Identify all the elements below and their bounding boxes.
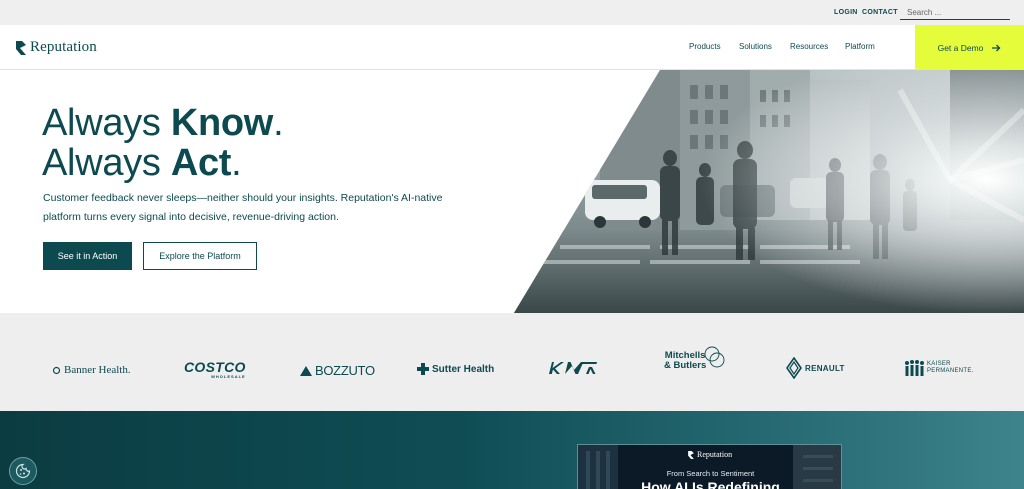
utility-bar: LOGIN CONTACT <box>0 0 1024 25</box>
logo-text: Reputation <box>30 39 97 55</box>
card-subtitle: From Search to Sentiment <box>666 469 755 478</box>
client-logos-band: Banner Health. COSTCO WHOLESALE BOZZUTO … <box>0 313 1024 411</box>
card-logo: Reputation <box>688 450 732 459</box>
renault-logo: RENAULT <box>786 357 845 379</box>
circles-icon <box>704 346 725 368</box>
main-header: Reputation Products Solutions Resources … <box>0 25 1024 70</box>
triangle-icon <box>300 365 312 376</box>
nav-resources[interactable]: Resources <box>790 42 828 51</box>
renault-diamond-icon <box>786 357 802 379</box>
nav-products[interactable]: Products <box>689 42 721 51</box>
sun-icon <box>52 366 61 374</box>
costco-logo: COSTCO WHOLESALE <box>184 359 246 379</box>
banner-health-logo: Banner Health. <box>52 364 131 376</box>
bozzuto-logo: BOZZUTO <box>300 363 375 378</box>
nav-platform[interactable]: Platform <box>845 42 875 51</box>
explore-platform-button[interactable]: Explore the Platform <box>143 242 257 270</box>
featured-article-card[interactable]: Reputation From Search to Sentiment How … <box>577 444 842 489</box>
card-title: How AI Is Redefining <box>641 479 780 489</box>
hero-subtitle: Customer feedback never sleeps—neither s… <box>43 192 443 223</box>
nav-solutions[interactable]: Solutions <box>739 42 772 51</box>
login-link[interactable]: LOGIN <box>834 9 858 16</box>
kia-logo <box>548 361 598 375</box>
kia-wordmark-icon <box>549 362 597 374</box>
arrow-right-icon <box>992 44 1001 51</box>
cookie-icon <box>15 463 31 479</box>
reputation-logo-mark-icon <box>688 450 694 459</box>
demo-button-label: Get a Demo <box>937 42 984 53</box>
sutter-health-logo: Sutter Health <box>417 363 494 375</box>
contact-link[interactable]: CONTACT <box>862 9 898 16</box>
cookie-settings-button[interactable] <box>9 457 37 485</box>
site-logo[interactable]: Reputation <box>16 39 97 56</box>
mitchells-butlers-logo: Mitchells & Butlers <box>664 346 725 371</box>
hero-title-line-1: Always Know. <box>42 102 284 144</box>
hero-title: Always Know. Always Act. <box>42 102 284 184</box>
people-icon <box>905 360 924 376</box>
featured-content-section: Reputation From Search to Sentiment How … <box>0 411 1024 489</box>
kaiser-permanente-logo: KAISER PERMANENTE. <box>904 360 974 376</box>
get-a-demo-button[interactable]: Get a Demo <box>915 25 1024 70</box>
reputation-logo-mark-icon <box>16 40 26 55</box>
hero-title-line-2: Always Act. <box>42 142 242 184</box>
see-it-in-action-button[interactable]: See it in Action <box>43 242 132 270</box>
hero-section: Always Know. Always Act. Customer feedba… <box>0 70 1024 313</box>
search-input[interactable] <box>900 6 1010 20</box>
cross-icon <box>417 363 429 375</box>
